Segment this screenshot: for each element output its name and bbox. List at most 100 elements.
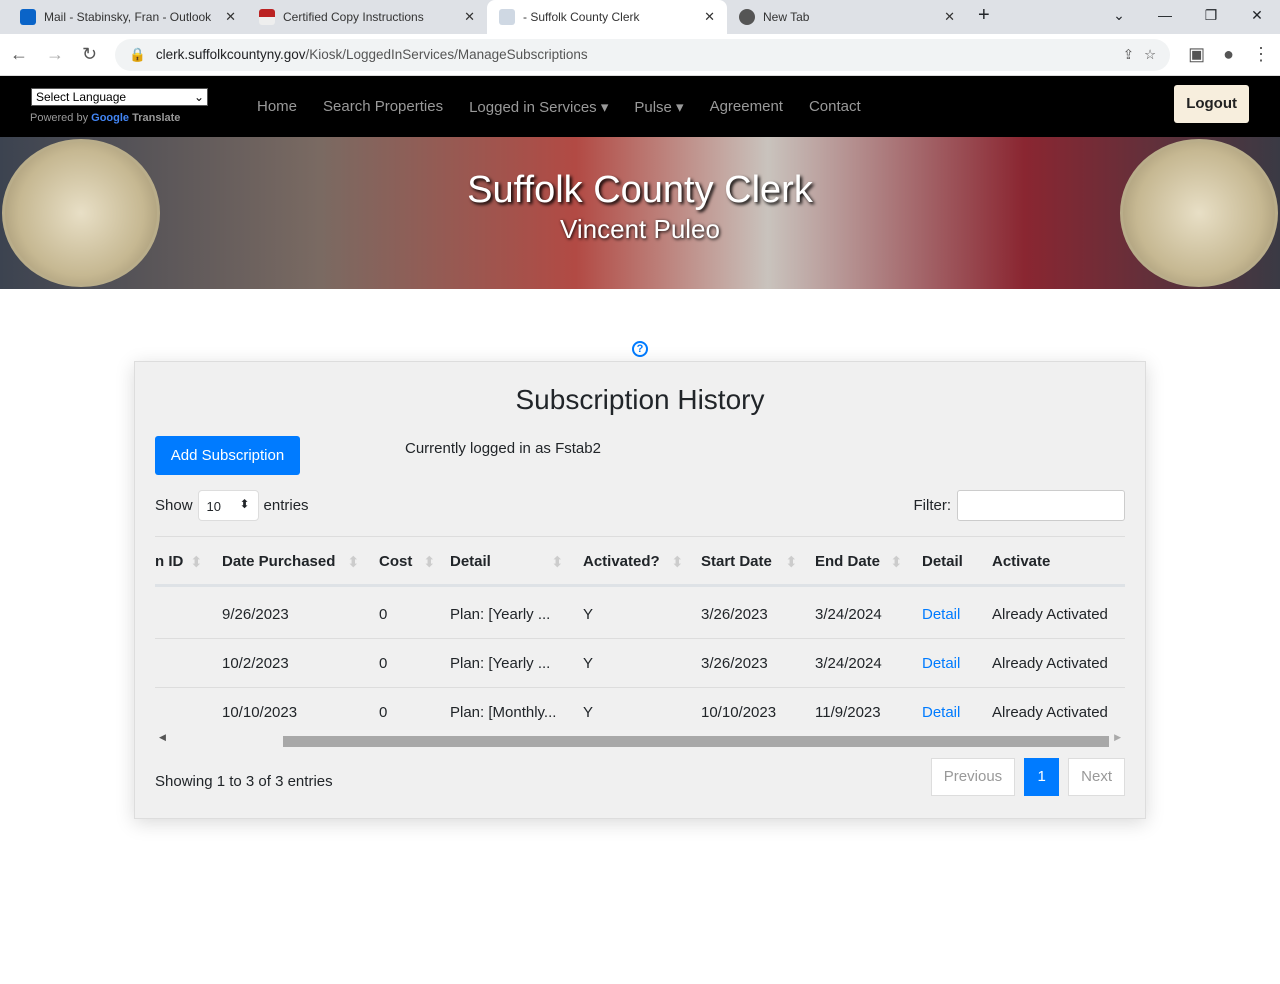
table-cell: 3/24/2024	[815, 655, 882, 672]
horizontal-scrollbar[interactable]: ◀ ▶	[155, 732, 1125, 748]
sort-icon[interactable]: ⬍	[190, 553, 203, 571]
pagination: Previous 1 Next	[930, 758, 1125, 796]
menu-icon[interactable]: ⋮	[1252, 44, 1270, 65]
sort-icon[interactable]: ⬍	[347, 553, 360, 571]
google-logo: Google	[91, 112, 130, 124]
previous-button[interactable]: Previous	[930, 758, 1016, 796]
powered-by: Powered by Google Translate	[30, 112, 180, 124]
banner: Suffolk County Clerk Vincent Puleo	[0, 137, 1280, 289]
star-icon[interactable]: ☆	[1144, 47, 1156, 63]
table-cell: Plan: [Monthly...	[450, 704, 557, 721]
table-info: Showing 1 to 3 of 3 entries	[155, 773, 333, 790]
nav-search-properties[interactable]: Search Properties	[323, 98, 443, 115]
restore-icon[interactable]: ❐	[1188, 0, 1234, 30]
detail-link[interactable]: Detail	[922, 655, 960, 672]
column-header[interactable]: Start Date	[701, 553, 772, 570]
table-cell: 0	[379, 655, 388, 672]
powered-by-text: Powered by	[30, 112, 89, 124]
tab-new-tab[interactable]: New Tab ✕	[727, 0, 967, 34]
sort-icon[interactable]: ⬍	[551, 553, 564, 571]
close-icon[interactable]: ✕	[704, 9, 715, 25]
nav-home[interactable]: Home	[257, 98, 297, 115]
detail-link[interactable]: Detail	[922, 606, 960, 623]
table-cell: Plan: [Yearly ...	[450, 655, 551, 672]
table-cell: 10/10/2023	[701, 704, 777, 721]
entries-label: entries	[263, 497, 309, 514]
column-header[interactable]: Date Purchased	[222, 553, 335, 570]
sort-icon[interactable]: ⬍	[423, 553, 436, 571]
profile-icon[interactable]: ●	[1223, 44, 1234, 65]
close-icon[interactable]: ✕	[944, 9, 955, 25]
sort-icon[interactable]: ⬍	[890, 553, 903, 571]
table-cell: Already Activated	[992, 606, 1108, 623]
scroll-left-icon[interactable]: ◀	[159, 732, 166, 743]
address-bar-row: ← → ↻ 🔒 clerk.suffolkcountyny.gov/Kiosk/L…	[0, 34, 1280, 76]
table-cell: 3/26/2023	[701, 655, 768, 672]
back-icon[interactable]: ←	[10, 44, 28, 65]
reload-icon[interactable]: ↻	[82, 44, 97, 65]
table-cell: 9/26/2023	[222, 606, 289, 623]
column-header[interactable]: Detail	[922, 553, 963, 570]
table-cell: 11/9/2023	[815, 704, 881, 721]
logout-button[interactable]: Logout	[1174, 85, 1249, 123]
detail-link[interactable]: Detail	[922, 704, 960, 721]
next-button[interactable]: Next	[1068, 758, 1125, 796]
tab-outlook[interactable]: Mail - Stabinsky, Fran - Outlook ✕	[8, 0, 248, 34]
entries-select[interactable]: 10	[197, 490, 259, 521]
close-window-icon[interactable]: ✕	[1234, 0, 1280, 30]
forward-icon[interactable]: →	[46, 44, 64, 65]
column-header[interactable]: End Date	[815, 553, 880, 570]
language-select[interactable]: Select Language ⌄	[31, 88, 208, 106]
table-row: 10/2/2023 0 Plan: [Yearly ... Y 3/26/2023 3/2…	[155, 639, 1125, 688]
table-cell: Y	[583, 655, 594, 672]
column-header[interactable]: Activated?	[583, 553, 660, 570]
logged-in-text: Currently logged in as Fstab2	[405, 440, 601, 457]
nav-agreement[interactable]: Agreement	[710, 98, 783, 115]
tab-title: New Tab	[763, 10, 810, 24]
column-header[interactable]: Cost	[379, 553, 412, 570]
tab-title: Mail - Stabinsky, Fran - Outlook	[44, 10, 212, 24]
share-icon[interactable]: ⇪	[1123, 47, 1134, 63]
sort-icon[interactable]: ⬍	[671, 553, 684, 571]
banner-subtitle: Vincent Puleo	[560, 214, 720, 244]
lock-icon: 🔒	[129, 46, 146, 62]
close-icon[interactable]: ✕	[464, 9, 475, 25]
new-tab-icon[interactable]: +	[978, 4, 990, 27]
entries-length: Show10entries	[155, 490, 309, 521]
tab-suffolk-clerk[interactable]: - Suffolk County Clerk ✕	[487, 0, 727, 34]
table-row: 9/26/2023 0 Plan: [Yearly ... Y 3/26/2023 3/2…	[155, 590, 1125, 639]
tab-title: - Suffolk County Clerk	[523, 10, 640, 24]
nav-pulse[interactable]: Pulse ▾	[634, 98, 683, 116]
table-row: 10/10/2023 0 Plan: [Monthly... Y 10/10/2023 1…	[155, 688, 1125, 736]
minimize-icon[interactable]: —	[1142, 0, 1188, 30]
subscription-card: Subscription History Add Subscription Cu…	[134, 361, 1146, 819]
sidepanel-icon[interactable]: ▣	[1188, 44, 1205, 65]
scroll-right-icon[interactable]: ▶	[1114, 732, 1121, 743]
tab-certified-copy[interactable]: Certified Copy Instructions ✕	[247, 0, 487, 34]
url-path: /Kiosk/LoggedInServices/ManageSubscripti…	[305, 47, 588, 62]
nav-logged-in-services[interactable]: Logged in Services ▾	[469, 98, 608, 116]
table-cell: Already Activated	[992, 655, 1108, 672]
column-header[interactable]: Detail	[450, 553, 491, 570]
table-cell: 3/26/2023	[701, 606, 768, 623]
translate-link[interactable]: Translate	[132, 112, 180, 124]
tab-bar: Mail - Stabinsky, Fran - Outlook ✕ Certif…	[0, 0, 1280, 34]
scrollbar-thumb[interactable]	[283, 736, 1109, 747]
language-label: Select Language	[36, 90, 127, 104]
table-cell: 0	[379, 704, 388, 721]
tab-title: Certified Copy Instructions	[283, 10, 424, 24]
sort-icon[interactable]: ⬍	[785, 553, 798, 571]
nav-contact[interactable]: Contact	[809, 98, 861, 115]
tab-search-icon[interactable]: ⌄	[1096, 0, 1142, 30]
page-1-button[interactable]: 1	[1024, 758, 1060, 796]
add-subscription-button[interactable]: Add Subscription	[155, 436, 300, 475]
column-header[interactable]: n ID	[155, 553, 183, 570]
help-icon[interactable]: ?	[632, 341, 648, 357]
close-icon[interactable]: ✕	[225, 9, 236, 25]
table-cell: Y	[583, 606, 594, 623]
filter-input[interactable]	[957, 490, 1125, 521]
url-input[interactable]: 🔒 clerk.suffolkcountyny.gov/Kiosk/LoggedI…	[115, 38, 1171, 71]
column-header[interactable]: Activate	[992, 553, 1050, 570]
table-header: n ID ⬍ Date Purchased ⬍ Cost ⬍ Detail ⬍ Activate…	[155, 537, 1125, 587]
table-cell: Already Activated	[992, 704, 1108, 721]
